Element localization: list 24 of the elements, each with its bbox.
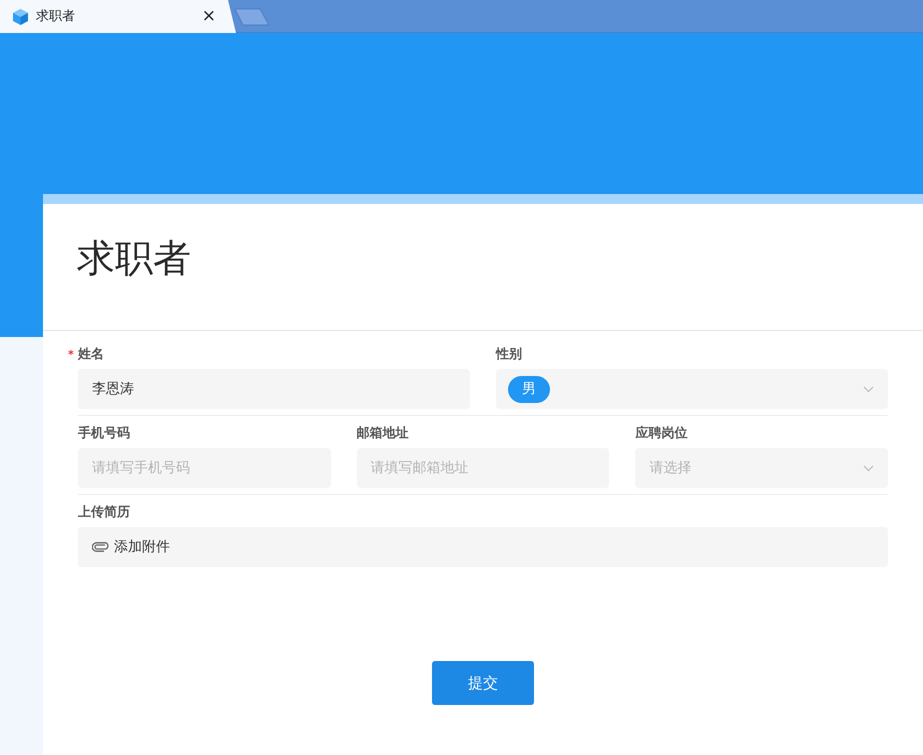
paperclip-icon xyxy=(92,542,110,552)
field-label: 性别 xyxy=(496,347,522,363)
submit-button[interactable]: 提交 xyxy=(432,661,534,705)
chevron-down-icon xyxy=(863,464,874,472)
placeholder-text: 请选择 xyxy=(649,458,692,478)
chevron-down-icon xyxy=(863,386,874,392)
input-field[interactable]: 李恩涛 xyxy=(78,369,470,409)
input-field[interactable]: 请填写手机号码 xyxy=(78,448,331,488)
upload-area[interactable]: 添加附件 xyxy=(78,527,888,567)
field-label: 邮箱地址 xyxy=(356,426,409,442)
close-button[interactable]: × xyxy=(202,8,216,25)
form-title: 求职者 xyxy=(76,235,192,282)
tab-title: 求职者 xyxy=(36,8,76,26)
field-label: 上传简历 xyxy=(78,505,130,521)
field-label: 手机号码 xyxy=(78,426,130,442)
required-mark: * xyxy=(68,347,75,363)
input-field[interactable]: 请填写邮箱地址 xyxy=(356,448,610,488)
upload-label: 添加附件 xyxy=(114,538,170,556)
browser-tab[interactable]: 求职者 × xyxy=(0,0,236,33)
field-label: 姓名 xyxy=(78,347,104,363)
cube-icon xyxy=(13,8,28,24)
new-tab-button[interactable] xyxy=(234,8,270,26)
field-label: 应聘岗位 xyxy=(635,426,688,442)
option-tag: 男 xyxy=(508,376,550,402)
